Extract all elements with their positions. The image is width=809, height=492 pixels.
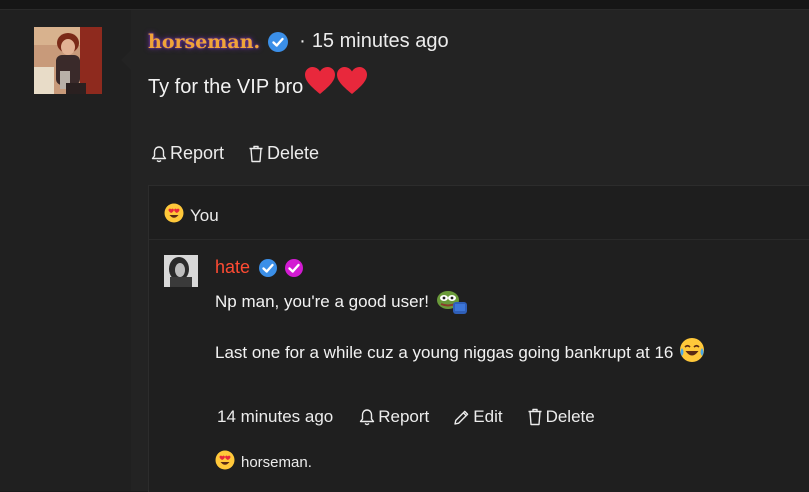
card-pointer [121, 50, 131, 70]
delete-label: Delete [545, 407, 595, 426]
reply-text-line2: Last one for a while cuz a young niggas … [215, 338, 705, 363]
trash-icon [249, 145, 263, 162]
reply-reaction[interactable]: horseman. [215, 450, 312, 474]
delete-button[interactable]: Delete [248, 143, 319, 164]
report-button[interactable]: Report [359, 407, 429, 427]
reply-avatar[interactable] [164, 255, 198, 287]
report-label: Report [170, 143, 225, 163]
comment-card: horseman. · 15 minutes ago Ty for the VI… [131, 10, 809, 492]
reply-text: Np man, you're a good user! [215, 292, 429, 311]
avatar[interactable] [34, 27, 102, 94]
reply-timestamp[interactable]: 14 minutes ago [217, 407, 333, 427]
reply-item: hate Np man, you're a good user! Last on… [149, 240, 809, 492]
comment-timestamp[interactable]: 15 minutes ago [312, 30, 449, 53]
comment-reaction[interactable]: You [164, 203, 219, 228]
comment-message: Ty for the VIP bro [148, 66, 368, 99]
bell-icon [151, 145, 167, 162]
top-border [0, 0, 809, 10]
reaction-label: horseman. [241, 453, 312, 471]
heart-eyes-emoji-icon [215, 450, 235, 474]
bell-icon [360, 409, 375, 426]
reply-username[interactable]: hate [215, 257, 250, 278]
report-button[interactable]: Report [151, 143, 224, 164]
separator: · [299, 30, 306, 52]
heart-eyes-emoji-icon [164, 203, 184, 228]
delete-label: Delete [267, 143, 320, 163]
reply-text: Last one for a while cuz a young niggas … [215, 343, 674, 362]
verified-badge-icon [268, 31, 289, 52]
pepe-emoji-icon [435, 290, 469, 314]
crying-laughing-emoji-icon [679, 337, 705, 363]
heart-icon [305, 66, 336, 94]
comment-actions: Report Delete [151, 143, 343, 164]
replies-section: You hate Np man, you're a good user! Las… [148, 185, 809, 492]
reply-text-line1: Np man, you're a good user! [215, 290, 469, 314]
reply-header: hate [215, 257, 304, 278]
reaction-label: You [190, 205, 219, 225]
comment-username[interactable]: horseman. [148, 31, 260, 53]
magenta-badge-icon [284, 258, 304, 278]
hearts-emoji-group [305, 66, 368, 95]
reply-actions: 14 minutes ago Report Edit Delete [217, 407, 619, 427]
heart-icon [337, 66, 368, 94]
verified-badge-icon [258, 258, 278, 278]
edit-button[interactable]: Edit [453, 407, 503, 427]
report-label: Report [378, 407, 430, 426]
comment-text: Ty for the VIP bro [148, 76, 304, 98]
trash-icon [528, 408, 542, 426]
pencil-icon [454, 410, 469, 425]
edit-label: Edit [473, 407, 503, 426]
comment-header: horseman. · 15 minutes ago [148, 30, 449, 53]
delete-button[interactable]: Delete [527, 407, 595, 427]
